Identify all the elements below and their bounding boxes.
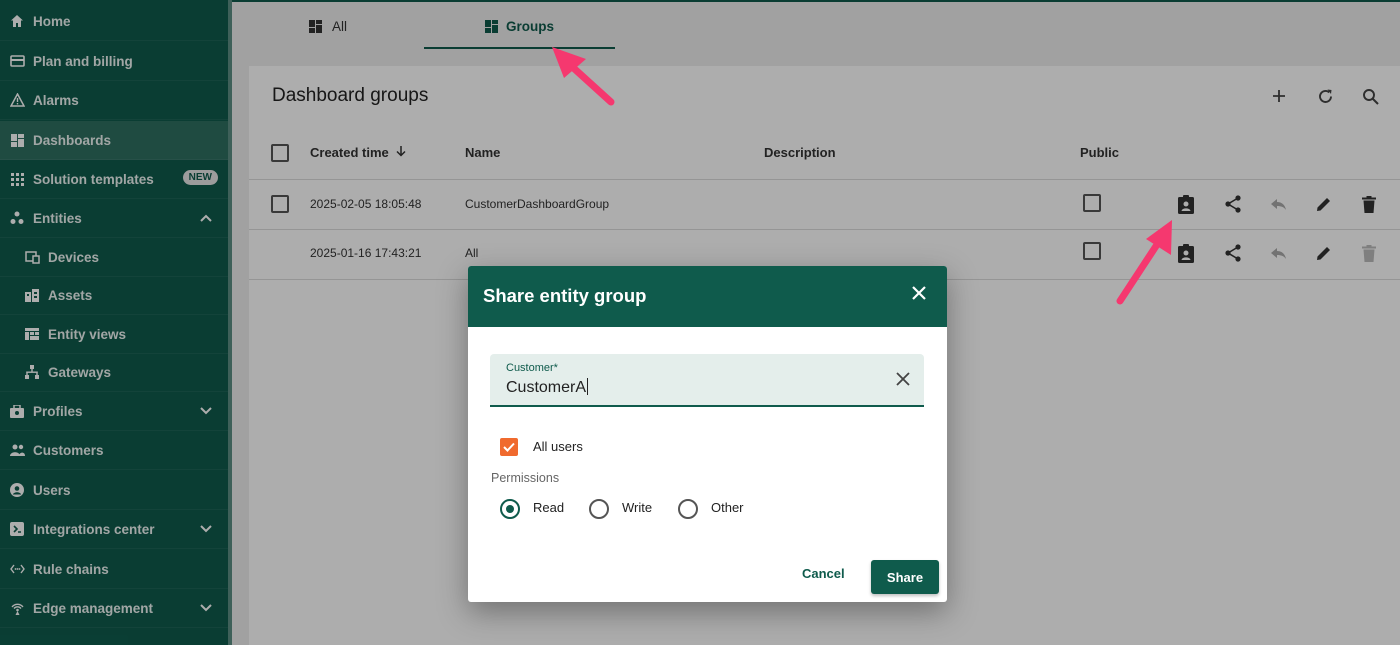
share-submit-button[interactable]: Share xyxy=(871,560,939,594)
all-users-label: All users xyxy=(533,439,583,454)
arrow-to-groups-tab xyxy=(552,47,615,106)
customer-field[interactable]: Customer* CustomerA xyxy=(490,354,924,407)
clear-button[interactable] xyxy=(896,368,910,390)
permissions-label: Permissions xyxy=(491,471,560,485)
all-users-checkbox[interactable] xyxy=(500,438,518,456)
radio-read-label: Read xyxy=(533,500,565,515)
radio-other-label: Other xyxy=(711,500,744,515)
radio-write[interactable] xyxy=(589,499,609,519)
radio-read[interactable] xyxy=(500,499,520,519)
dialog-title: Share entity group xyxy=(483,285,647,306)
customer-input[interactable]: CustomerA xyxy=(506,378,588,397)
cancel-button[interactable]: Cancel xyxy=(802,566,845,581)
arrow-to-share-group-button xyxy=(1116,220,1172,305)
radio-other[interactable] xyxy=(678,499,698,519)
customer-field-label: Customer* xyxy=(506,362,558,374)
share-entity-group-dialog: Share entity group Customer* CustomerA A… xyxy=(468,266,947,602)
dialog-header: Share entity group xyxy=(468,266,947,327)
close-button[interactable] xyxy=(911,282,927,306)
radio-write-label: Write xyxy=(622,500,653,515)
close-icon xyxy=(912,286,926,300)
checkmark-icon xyxy=(503,442,515,452)
close-icon xyxy=(896,372,910,386)
